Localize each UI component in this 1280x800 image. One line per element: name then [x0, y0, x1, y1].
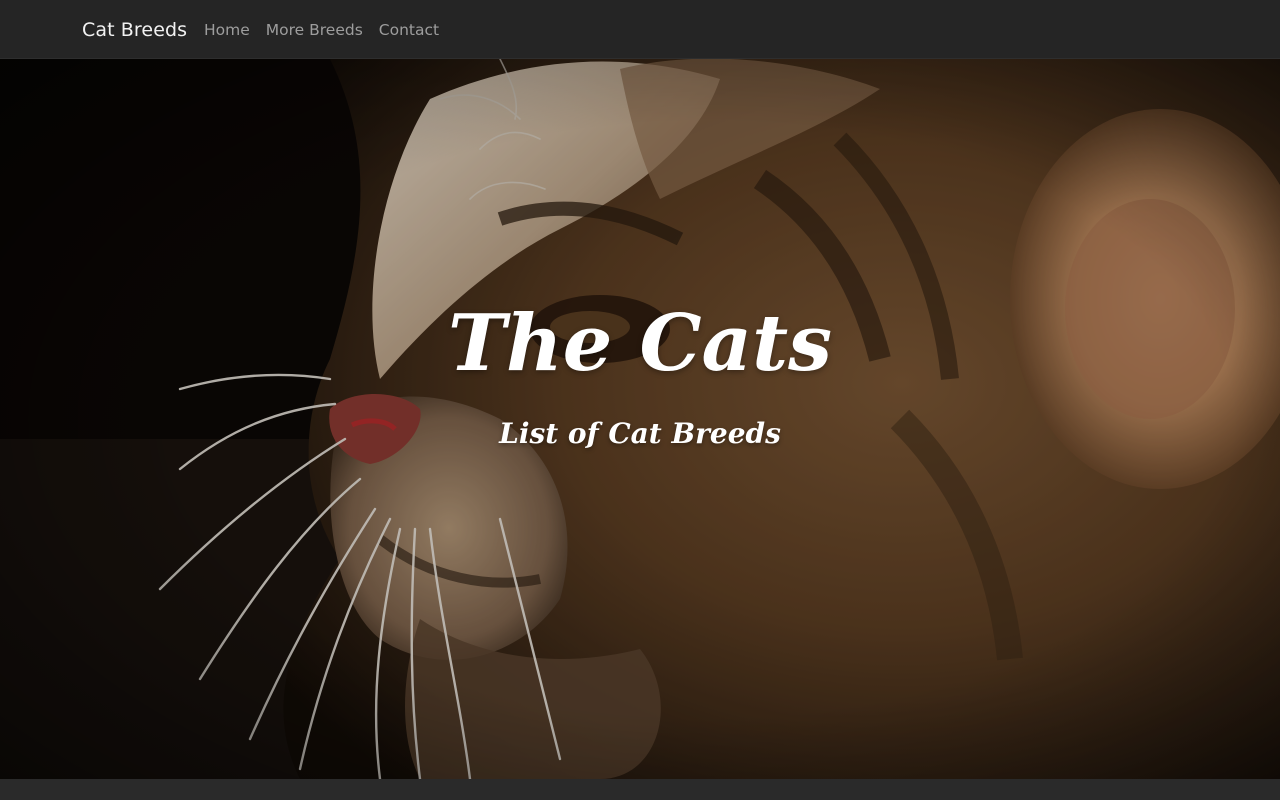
nav-item-contact: Contact	[379, 19, 439, 41]
nav-link-contact[interactable]: Contact	[379, 21, 439, 39]
hero-section: The Cats List of Cat Breeds	[0, 59, 1280, 779]
brand-link[interactable]: Cat Breeds	[82, 17, 187, 43]
hero-subtitle: List of Cat Breeds	[499, 417, 781, 451]
nav-link-home[interactable]: Home	[204, 21, 250, 39]
nav-link-more-breeds[interactable]: More Breeds	[266, 21, 363, 39]
footer-strip	[0, 779, 1280, 800]
hero-title: The Cats	[447, 298, 833, 390]
navbar: Cat Breeds Home More Breeds Contact	[0, 0, 1280, 59]
nav-item-home: Home	[204, 19, 250, 41]
nav-item-more-breeds: More Breeds	[266, 19, 363, 41]
nav-links: Home More Breeds Contact	[204, 19, 439, 41]
